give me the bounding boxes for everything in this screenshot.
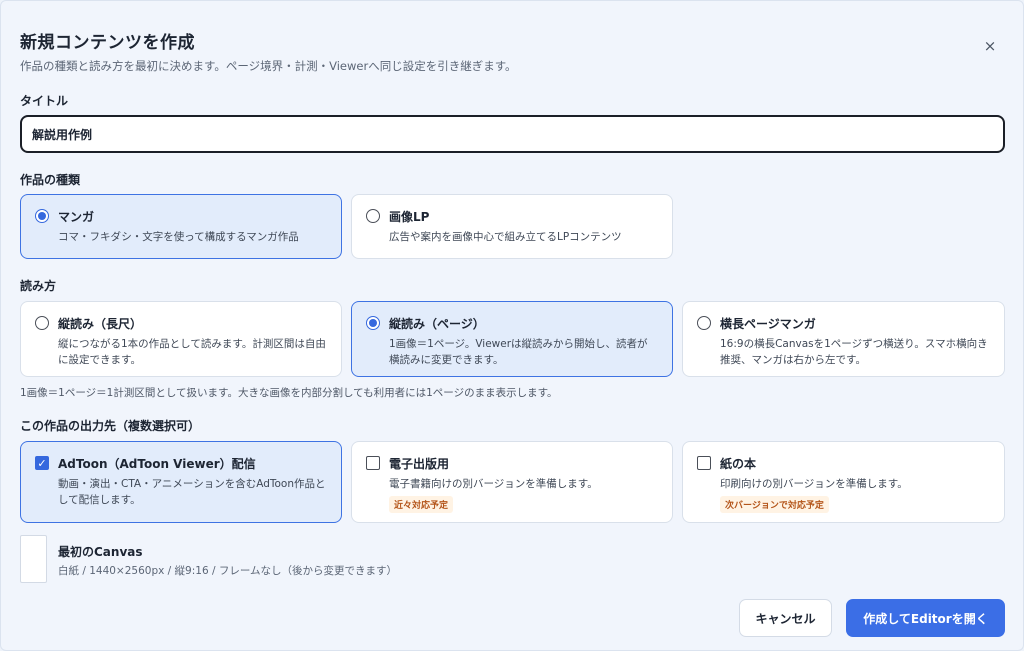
reading-note: 1画像＝1ページ＝1計測区間として扱います。大きな画像を内部分割しても利用者には… — [20, 387, 558, 399]
dialog-subtitle: 作品の種類と読み方を最初に決めます。ページ境界・計測・Viewerへ同じ設定を引… — [20, 59, 517, 73]
status-badge: 次バージョンで対応予定 — [720, 496, 829, 513]
canvas-desc: 白紙 / 1440×2560px / 縦9:16 / フレームなし（後から変更で… — [58, 565, 398, 577]
checkbox-unchecked-icon[interactable] — [366, 456, 380, 470]
radio-unselected-icon[interactable] — [366, 209, 380, 223]
dialog-title: 新規コンテンツを作成 — [20, 33, 195, 53]
option-title: 縦読み（長尺） — [58, 316, 143, 331]
create-content-dialog: 新規コンテンツを作成 作品の種類と読み方を最初に決めます。ページ境界・計測・Vi… — [0, 0, 1024, 651]
option-desc: 動画・演出・CTA・アニメーションを含むAdToon作品として配信します。 — [58, 478, 326, 506]
radio-unselected-icon[interactable] — [697, 316, 711, 330]
checkbox-checked-icon[interactable]: ✓ — [35, 456, 49, 470]
reading-option-vertical-long[interactable]: 縦読み（長尺） 縦につながる1本の作品として読みます。計測区間は自由に設定できま… — [20, 301, 342, 377]
canvas-thumbnail — [20, 535, 47, 583]
option-desc: 縦につながる1本の作品として読みます。計測区間は自由に設定できます。 — [58, 338, 326, 366]
option-desc: コマ・フキダシ・文字を使って構成するマンガ作品 — [58, 231, 299, 243]
option-desc: 広告や案内を画像中心で組み立てるLPコンテンツ — [389, 231, 622, 243]
reading-label: 読み方 — [20, 279, 57, 293]
option-desc: 16:9の横長Canvasを1ページずつ横送り。スマホ横向き推奨、マンガは右から… — [720, 338, 988, 366]
option-title: 画像LP — [389, 209, 430, 224]
work-type-option-manga[interactable]: マンガ コマ・フキダシ・文字を使って構成するマンガ作品 — [20, 194, 342, 259]
option-desc: 印刷向けの別バージョンを準備します。 — [720, 478, 908, 490]
output-label: この作品の出力先（複数選択可） — [20, 419, 201, 433]
output-option-adtoon[interactable]: ✓ AdToon（AdToon Viewer）配信 動画・演出・CTA・アニメー… — [20, 441, 342, 523]
option-desc: 電子書籍向けの別バージョンを準備します。 — [389, 478, 598, 490]
option-desc: 1画像＝1ページ。Viewerは縦読みから開始し、読者が横読みに変更できます。 — [389, 338, 648, 366]
option-title: AdToon（AdToon Viewer）配信 — [58, 456, 256, 471]
work-type-option-image-lp[interactable]: 画像LP 広告や案内を画像中心で組み立てるLPコンテンツ — [351, 194, 673, 259]
radio-unselected-icon[interactable] — [35, 316, 49, 330]
option-title: 紙の本 — [720, 456, 757, 471]
option-title: 電子出版用 — [389, 456, 450, 471]
option-title: 縦読み（ページ） — [389, 316, 485, 331]
title-label: タイトル — [20, 94, 69, 108]
status-badge: 近々対応予定 — [389, 496, 454, 513]
output-option-ebook[interactable]: 電子出版用 電子書籍向けの別バージョンを準備します。 近々対応予定 — [351, 441, 673, 523]
title-input[interactable] — [20, 115, 1005, 153]
radio-selected-icon[interactable] — [35, 209, 49, 223]
close-icon[interactable]: × — [979, 35, 1001, 57]
work-type-label: 作品の種類 — [20, 173, 81, 187]
reading-option-vertical-page[interactable]: 縦読み（ページ） 1画像＝1ページ。Viewerは縦読みから開始し、読者が横読み… — [351, 301, 673, 377]
create-open-editor-button[interactable]: 作成してEditorを開く — [846, 599, 1005, 637]
option-title: マンガ — [58, 209, 95, 224]
reading-option-horizontal-page[interactable]: 横長ページマンガ 16:9の横長Canvasを1ページずつ横送り。スマホ横向き推… — [682, 301, 1005, 377]
radio-selected-icon[interactable] — [366, 316, 380, 330]
output-option-print[interactable]: 紙の本 印刷向けの別バージョンを準備します。 次バージョンで対応予定 — [682, 441, 1005, 523]
canvas-title: 最初のCanvas — [58, 545, 143, 559]
cancel-button[interactable]: キャンセル — [739, 599, 832, 637]
checkbox-unchecked-icon[interactable] — [697, 456, 711, 470]
option-title: 横長ページマンガ — [720, 316, 816, 331]
